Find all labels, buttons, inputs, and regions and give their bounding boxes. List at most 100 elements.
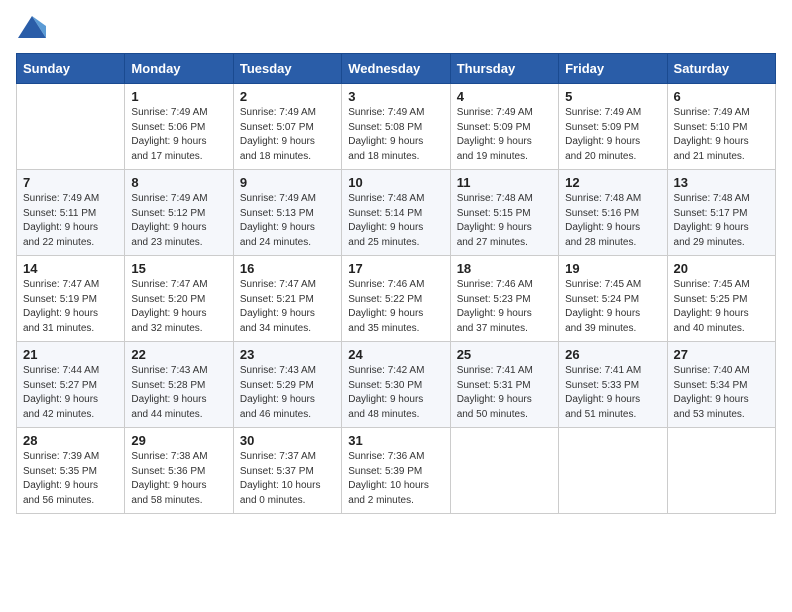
day-number: 17: [348, 261, 443, 276]
day-info: Sunrise: 7:46 AM Sunset: 5:23 PM Dayligh…: [457, 278, 552, 336]
calendar-cell: 15 Sunrise: 7:47 AM Sunset: 5:20 PM Dayli…: [125, 256, 233, 342]
day-number: 8: [131, 175, 226, 190]
calendar-cell: 8 Sunrise: 7:49 AM Sunset: 5:12 PM Daylig…: [125, 170, 233, 256]
day-number: 26: [565, 347, 660, 362]
calendar-cell: 5 Sunrise: 7:49 AM Sunset: 5:09 PM Daylig…: [559, 84, 667, 170]
day-info: Sunrise: 7:47 AM Sunset: 5:19 PM Dayligh…: [23, 278, 118, 336]
day-number: 4: [457, 89, 552, 104]
logo-icon: [18, 16, 46, 38]
day-info: Sunrise: 7:41 AM Sunset: 5:33 PM Dayligh…: [565, 364, 660, 422]
calendar-cell: 28 Sunrise: 7:39 AM Sunset: 5:35 PM Dayli…: [17, 428, 125, 514]
day-info: Sunrise: 7:48 AM Sunset: 5:14 PM Dayligh…: [348, 192, 443, 250]
day-info: Sunrise: 7:49 AM Sunset: 5:10 PM Dayligh…: [674, 106, 769, 164]
day-info: Sunrise: 7:48 AM Sunset: 5:17 PM Dayligh…: [674, 192, 769, 250]
day-number: 15: [131, 261, 226, 276]
calendar-week-row: 28 Sunrise: 7:39 AM Sunset: 5:35 PM Dayli…: [17, 428, 776, 514]
day-info: Sunrise: 7:49 AM Sunset: 5:09 PM Dayligh…: [457, 106, 552, 164]
day-number: 27: [674, 347, 769, 362]
weekday-header-monday: Monday: [125, 54, 233, 84]
day-info: Sunrise: 7:49 AM Sunset: 5:13 PM Dayligh…: [240, 192, 335, 250]
day-info: Sunrise: 7:46 AM Sunset: 5:22 PM Dayligh…: [348, 278, 443, 336]
day-info: Sunrise: 7:47 AM Sunset: 5:20 PM Dayligh…: [131, 278, 226, 336]
day-number: 11: [457, 175, 552, 190]
calendar-cell: 10Sunrise: 7:48 AM Sunset: 5:14 PM Dayli…: [342, 170, 450, 256]
day-number: 30: [240, 433, 335, 448]
calendar-cell: 13 Sunrise: 7:48 AM Sunset: 5:17 PM Dayli…: [667, 170, 775, 256]
calendar-cell: 29Sunrise: 7:38 AM Sunset: 5:36 PM Dayli…: [125, 428, 233, 514]
day-number: 23: [240, 347, 335, 362]
calendar-cell: 23 Sunrise: 7:43 AM Sunset: 5:29 PM Dayli…: [233, 342, 341, 428]
calendar-cell: 22 Sunrise: 7:43 AM Sunset: 5:28 PM Dayli…: [125, 342, 233, 428]
weekday-header-tuesday: Tuesday: [233, 54, 341, 84]
calendar-cell: 18Sunrise: 7:46 AM Sunset: 5:23 PM Dayli…: [450, 256, 558, 342]
calendar-cell: 14 Sunrise: 7:47 AM Sunset: 5:19 PM Dayli…: [17, 256, 125, 342]
day-info: Sunrise: 7:39 AM Sunset: 5:35 PM Dayligh…: [23, 450, 118, 508]
day-info: Sunrise: 7:49 AM Sunset: 5:06 PM Dayligh…: [131, 106, 226, 164]
day-number: 2: [240, 89, 335, 104]
calendar-table: SundayMondayTuesdayWednesdayThursdayFrid…: [16, 53, 776, 514]
calendar-cell: 6 Sunrise: 7:49 AM Sunset: 5:10 PM Daylig…: [667, 84, 775, 170]
day-number: 20: [674, 261, 769, 276]
day-number: 24: [348, 347, 443, 362]
calendar-cell: 30 Sunrise: 7:37 AM Sunset: 5:37 PM Dayli…: [233, 428, 341, 514]
day-info: Sunrise: 7:49 AM Sunset: 5:09 PM Dayligh…: [565, 106, 660, 164]
calendar-week-row: 1 Sunrise: 7:49 AM Sunset: 5:06 PM Daylig…: [17, 84, 776, 170]
day-number: 21: [23, 347, 118, 362]
logo: [16, 16, 46, 43]
day-info: Sunrise: 7:49 AM Sunset: 5:11 PM Dayligh…: [23, 192, 118, 250]
calendar-cell: 26 Sunrise: 7:41 AM Sunset: 5:33 PM Dayli…: [559, 342, 667, 428]
day-number: 16: [240, 261, 335, 276]
day-info: Sunrise: 7:48 AM Sunset: 5:15 PM Dayligh…: [457, 192, 552, 250]
day-info: Sunrise: 7:42 AM Sunset: 5:30 PM Dayligh…: [348, 364, 443, 422]
day-number: 14: [23, 261, 118, 276]
day-number: 31: [348, 433, 443, 448]
day-info: Sunrise: 7:49 AM Sunset: 5:08 PM Dayligh…: [348, 106, 443, 164]
day-info: Sunrise: 7:41 AM Sunset: 5:31 PM Dayligh…: [457, 364, 552, 422]
calendar-cell: 1 Sunrise: 7:49 AM Sunset: 5:06 PM Daylig…: [125, 84, 233, 170]
calendar-cell: 2 Sunrise: 7:49 AM Sunset: 5:07 PM Daylig…: [233, 84, 341, 170]
weekday-header-thursday: Thursday: [450, 54, 558, 84]
day-info: Sunrise: 7:38 AM Sunset: 5:36 PM Dayligh…: [131, 450, 226, 508]
day-info: Sunrise: 7:45 AM Sunset: 5:24 PM Dayligh…: [565, 278, 660, 336]
calendar-header-row: SundayMondayTuesdayWednesdayThursdayFrid…: [17, 54, 776, 84]
day-number: 6: [674, 89, 769, 104]
day-info: Sunrise: 7:49 AM Sunset: 5:07 PM Dayligh…: [240, 106, 335, 164]
day-info: Sunrise: 7:43 AM Sunset: 5:28 PM Dayligh…: [131, 364, 226, 422]
weekday-header-saturday: Saturday: [667, 54, 775, 84]
day-info: Sunrise: 7:36 AM Sunset: 5:39 PM Dayligh…: [348, 450, 443, 508]
calendar-cell: [559, 428, 667, 514]
day-number: 28: [23, 433, 118, 448]
day-number: 12: [565, 175, 660, 190]
calendar-cell: [17, 84, 125, 170]
day-info: Sunrise: 7:44 AM Sunset: 5:27 PM Dayligh…: [23, 364, 118, 422]
day-number: 3: [348, 89, 443, 104]
calendar-cell: 16 Sunrise: 7:47 AM Sunset: 5:21 PM Dayli…: [233, 256, 341, 342]
calendar-cell: 21 Sunrise: 7:44 AM Sunset: 5:27 PM Dayli…: [17, 342, 125, 428]
calendar-week-row: 21 Sunrise: 7:44 AM Sunset: 5:27 PM Dayli…: [17, 342, 776, 428]
day-info: Sunrise: 7:37 AM Sunset: 5:37 PM Dayligh…: [240, 450, 335, 508]
day-number: 22: [131, 347, 226, 362]
calendar-week-row: 14 Sunrise: 7:47 AM Sunset: 5:19 PM Dayli…: [17, 256, 776, 342]
day-info: Sunrise: 7:43 AM Sunset: 5:29 PM Dayligh…: [240, 364, 335, 422]
day-number: 13: [674, 175, 769, 190]
day-number: 19: [565, 261, 660, 276]
calendar-cell: 27 Sunrise: 7:40 AM Sunset: 5:34 PM Dayli…: [667, 342, 775, 428]
calendar-cell: 25Sunrise: 7:41 AM Sunset: 5:31 PM Dayli…: [450, 342, 558, 428]
calendar-cell: 24 Sunrise: 7:42 AM Sunset: 5:30 PM Dayli…: [342, 342, 450, 428]
day-number: 1: [131, 89, 226, 104]
calendar-cell: 11 Sunrise: 7:48 AM Sunset: 5:15 PM Dayli…: [450, 170, 558, 256]
day-info: Sunrise: 7:49 AM Sunset: 5:12 PM Dayligh…: [131, 192, 226, 250]
day-number: 7: [23, 175, 118, 190]
calendar-cell: 9Sunrise: 7:49 AM Sunset: 5:13 PM Daylig…: [233, 170, 341, 256]
calendar-week-row: 7 Sunrise: 7:49 AM Sunset: 5:11 PM Daylig…: [17, 170, 776, 256]
weekday-header-friday: Friday: [559, 54, 667, 84]
day-info: Sunrise: 7:40 AM Sunset: 5:34 PM Dayligh…: [674, 364, 769, 422]
calendar-cell: 17 Sunrise: 7:46 AM Sunset: 5:22 PM Dayli…: [342, 256, 450, 342]
day-number: 5: [565, 89, 660, 104]
calendar-cell: 19 Sunrise: 7:45 AM Sunset: 5:24 PM Dayli…: [559, 256, 667, 342]
day-info: Sunrise: 7:47 AM Sunset: 5:21 PM Dayligh…: [240, 278, 335, 336]
calendar-cell: 12Sunrise: 7:48 AM Sunset: 5:16 PM Dayli…: [559, 170, 667, 256]
logo-wordmark: [16, 16, 46, 43]
calendar-cell: 3 Sunrise: 7:49 AM Sunset: 5:08 PM Daylig…: [342, 84, 450, 170]
calendar-cell: 7 Sunrise: 7:49 AM Sunset: 5:11 PM Daylig…: [17, 170, 125, 256]
